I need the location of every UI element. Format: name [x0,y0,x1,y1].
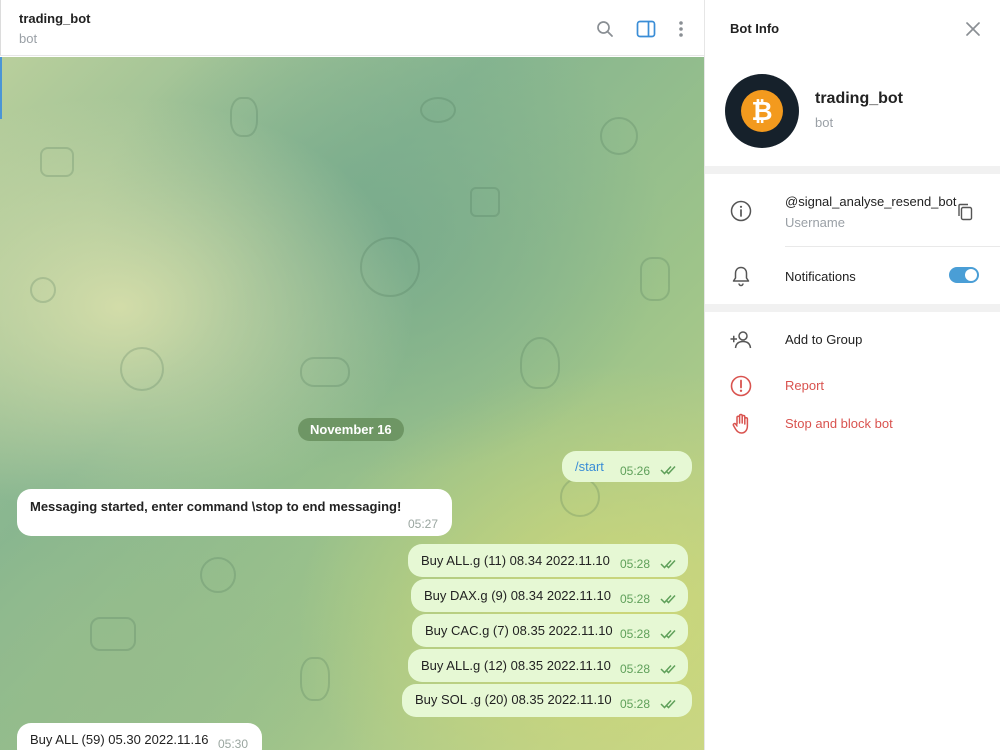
chat-subtitle: bot [19,31,38,46]
sidebar-toggle-icon[interactable] [635,18,657,40]
search-icon[interactable] [594,18,616,40]
notifications-toggle[interactable] [949,267,979,283]
message-time: 05:28 [620,627,651,641]
bitcoin-logo-icon: ₿ [741,90,783,132]
message-time: 05:30 [218,737,249,750]
message-text[interactable]: Buy CAC.g (7) 08.35 2022.11.10 [425,623,613,638]
chat-title[interactable]: trading_bot [19,11,91,26]
notifications-label: Notifications [785,269,856,284]
message-bubble[interactable]: Buy ALL.g (12) 08.35 2022.11.10 05:28 [408,649,688,682]
message-bubble[interactable]: Buy ALL.g (11) 08.34 2022.11.10 05:28 [408,544,688,577]
avatar[interactable]: ₿ [725,74,799,148]
message-bubble[interactable]: Buy CAC.g (7) 08.35 2022.11.10 05:28 [412,614,688,647]
bell-icon [729,264,753,288]
message-bubble[interactable]: /start 05:26 [562,451,692,482]
report-label[interactable]: Report [785,378,824,393]
message-text[interactable]: Buy SOL .g (20) 08.35 2022.11.10 [415,692,612,707]
add-to-group-label[interactable]: Add to Group [785,332,862,347]
bot-name: trading_bot [815,90,903,107]
message-text[interactable]: Buy DAX.g (9) 08.34 2022.11.10 [424,588,611,603]
double-check-icon [660,629,676,639]
double-check-icon [660,699,676,709]
message-text[interactable]: Buy ALL.g (12) 08.35 2022.11.10 [421,658,611,673]
message-time: 05:28 [620,592,651,606]
message-time: 05:26 [620,464,651,478]
bot-subtitle: bot [815,115,834,130]
section-divider [705,304,1000,312]
section-divider [705,166,1000,174]
chat-area: trading_bot bot November 16 /start 05:26… [0,0,704,750]
message-bubble[interactable]: Buy DAX.g (9) 08.34 2022.11.10 05:28 [411,579,688,612]
report-icon [729,374,753,398]
double-check-icon [660,465,676,475]
message-text[interactable]: Buy ALL (59) 05.30 2022.11.16 [30,732,209,747]
message-bubble[interactable]: Buy ALL (59) 05.30 2022.11.16 05:30 [17,723,262,750]
message-text[interactable]: Buy ALL.g (11) 08.34 2022.11.10 [421,553,610,568]
panel-title: Bot Info [730,21,780,36]
username-value[interactable]: @signal_analyse_resend_bot [785,194,956,209]
bot-info-panel: Bot Info ₿ trading_bot bot @signal_analy… [704,0,1000,750]
stop-block-label[interactable]: Stop and block bot [785,416,893,431]
message-text[interactable]: Messaging started, enter command \stop t… [30,499,401,514]
message-time: 05:28 [620,697,651,711]
username-label: Username [785,215,845,230]
message-bubble[interactable]: Messaging started, enter command \stop t… [17,489,452,536]
copy-icon[interactable] [953,200,977,224]
message-time: 05:28 [620,557,651,571]
message-text[interactable]: /start [575,459,604,474]
close-icon[interactable] [964,20,982,38]
double-check-icon [660,664,676,674]
hand-stop-icon [729,412,753,436]
chat-header[interactable]: trading_bot bot [0,0,704,56]
more-vertical-icon[interactable] [670,18,692,40]
date-separator: November 16 [298,418,404,441]
add-user-icon [729,328,753,352]
message-time: 05:28 [620,662,651,676]
info-icon [729,199,753,223]
message-time: 05:27 [408,517,439,531]
row-divider [785,246,1000,247]
message-bubble[interactable]: Buy SOL .g (20) 08.35 2022.11.10 05:28 [402,684,692,717]
double-check-icon [660,594,676,604]
active-indicator [0,57,2,119]
double-check-icon [660,559,676,569]
